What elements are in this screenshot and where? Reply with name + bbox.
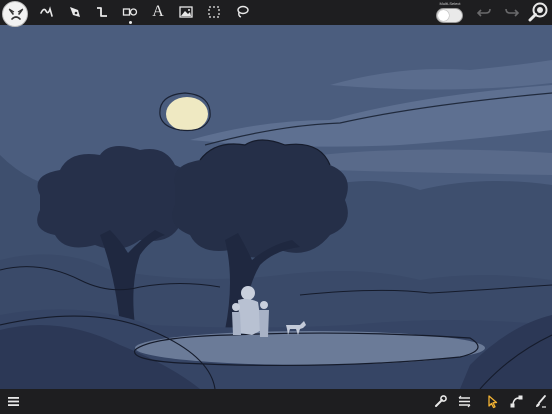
brush-settings-icon <box>535 394 546 408</box>
redo-button[interactable] <box>502 2 522 22</box>
lasso-icon <box>237 5 249 18</box>
brush-settings-button[interactable] <box>530 391 550 411</box>
multi-select-toggle[interactable] <box>436 8 463 23</box>
shapes-icon <box>122 8 138 16</box>
top-toolbar: A Multi-Select <box>0 0 552 27</box>
lasso-tool[interactable] <box>232 2 252 22</box>
moon <box>166 97 208 131</box>
zoom-button[interactable] <box>528 1 550 23</box>
image-tool[interactable] <box>176 2 196 22</box>
multi-select-control: Multi-Select <box>434 1 466 23</box>
selection-tool[interactable] <box>204 2 224 22</box>
drawing-app-window: A Multi-Select <box>0 0 552 414</box>
layers-button[interactable] <box>454 391 474 411</box>
freehand-pen-icon <box>40 6 53 17</box>
image-icon <box>179 6 193 18</box>
selected-tool-indicator <box>129 21 132 24</box>
pointer-select-icon <box>487 394 497 408</box>
text-icon: A <box>152 3 164 20</box>
marquee-select-icon <box>208 6 220 18</box>
node-edit-icon <box>510 395 522 407</box>
app-logo-button[interactable] <box>2 1 28 27</box>
tools-button[interactable] <box>430 391 450 411</box>
pen-nib-icon <box>70 7 80 17</box>
layers-icon <box>458 395 470 407</box>
freehand-pen-tool[interactable] <box>37 2 57 22</box>
line-tool[interactable] <box>92 2 112 22</box>
redo-icon <box>505 8 520 17</box>
main-menu-button[interactable] <box>3 391 23 411</box>
app-logo-icon <box>8 8 24 20</box>
multi-select-label: Multi-Select <box>439 1 461 6</box>
pointer-select-button[interactable] <box>482 391 502 411</box>
text-tool[interactable]: A <box>148 2 168 22</box>
wrench-icon <box>434 394 447 407</box>
toggle-knob <box>438 10 449 21</box>
zoom-icon <box>528 2 548 22</box>
bottom-toolbar <box>0 389 552 414</box>
drawing-canvas[interactable] <box>0 25 552 389</box>
pen-nib-tool[interactable] <box>65 2 85 22</box>
hamburger-menu-icon <box>7 396 19 406</box>
shape-tool[interactable] <box>120 2 140 24</box>
line-tool-icon <box>97 7 107 17</box>
undo-button[interactable] <box>474 2 494 22</box>
artwork-night-scene <box>0 25 552 389</box>
node-edit-button[interactable] <box>506 391 526 411</box>
undo-icon <box>476 8 491 17</box>
